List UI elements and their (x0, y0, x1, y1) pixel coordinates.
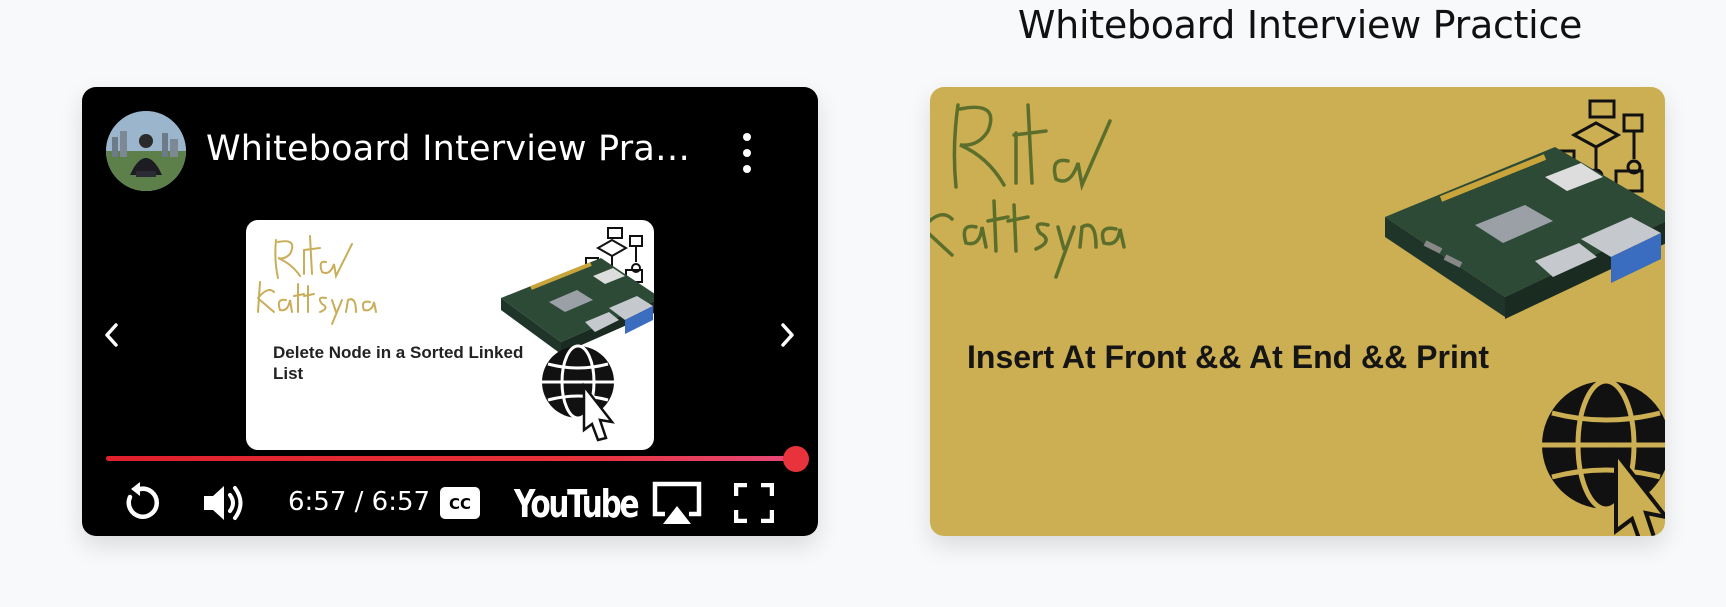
progress-bar[interactable] (106, 446, 809, 472)
progress-scrubber[interactable] (783, 446, 809, 472)
airplay-icon[interactable] (650, 470, 704, 536)
time-display: 6:57 / 6:57 (288, 487, 431, 517)
closed-captions-icon[interactable]: CC (438, 470, 482, 536)
channel-avatar[interactable] (106, 111, 186, 191)
video-thumbnail[interactable]: Insert At Front && At End && Print (930, 87, 1665, 536)
more-vert-icon[interactable] (732, 131, 762, 175)
chevron-right-icon[interactable] (772, 315, 802, 355)
progress-fill (106, 456, 796, 461)
video-title[interactable]: Whiteboard Interview Practice (206, 129, 696, 169)
thumbnail-artwork (930, 99, 1665, 536)
page-heading: Whiteboard Interview Practice (1017, 3, 1583, 47)
suggested-video-card[interactable]: Delete Node in a Sorted Linked List (246, 220, 654, 450)
fullscreen-icon[interactable] (732, 470, 776, 536)
chevron-left-icon[interactable] (97, 315, 127, 355)
youtube-logo[interactable]: YouTube (514, 482, 640, 526)
svg-text:CC: CC (449, 495, 471, 513)
replay-icon[interactable] (116, 470, 164, 536)
control-bar: 6:57 / 6:57 CC YouTube (82, 470, 818, 536)
card-artwork (257, 227, 654, 442)
suggested-video-caption: Delete Node in a Sorted Linked List (273, 343, 524, 383)
thumbnail-caption: Insert At Front && At End && Print (967, 339, 1490, 375)
video-player[interactable]: Whiteboard Interview Practice Delete Nod… (82, 87, 818, 536)
volume-icon[interactable] (198, 470, 250, 536)
